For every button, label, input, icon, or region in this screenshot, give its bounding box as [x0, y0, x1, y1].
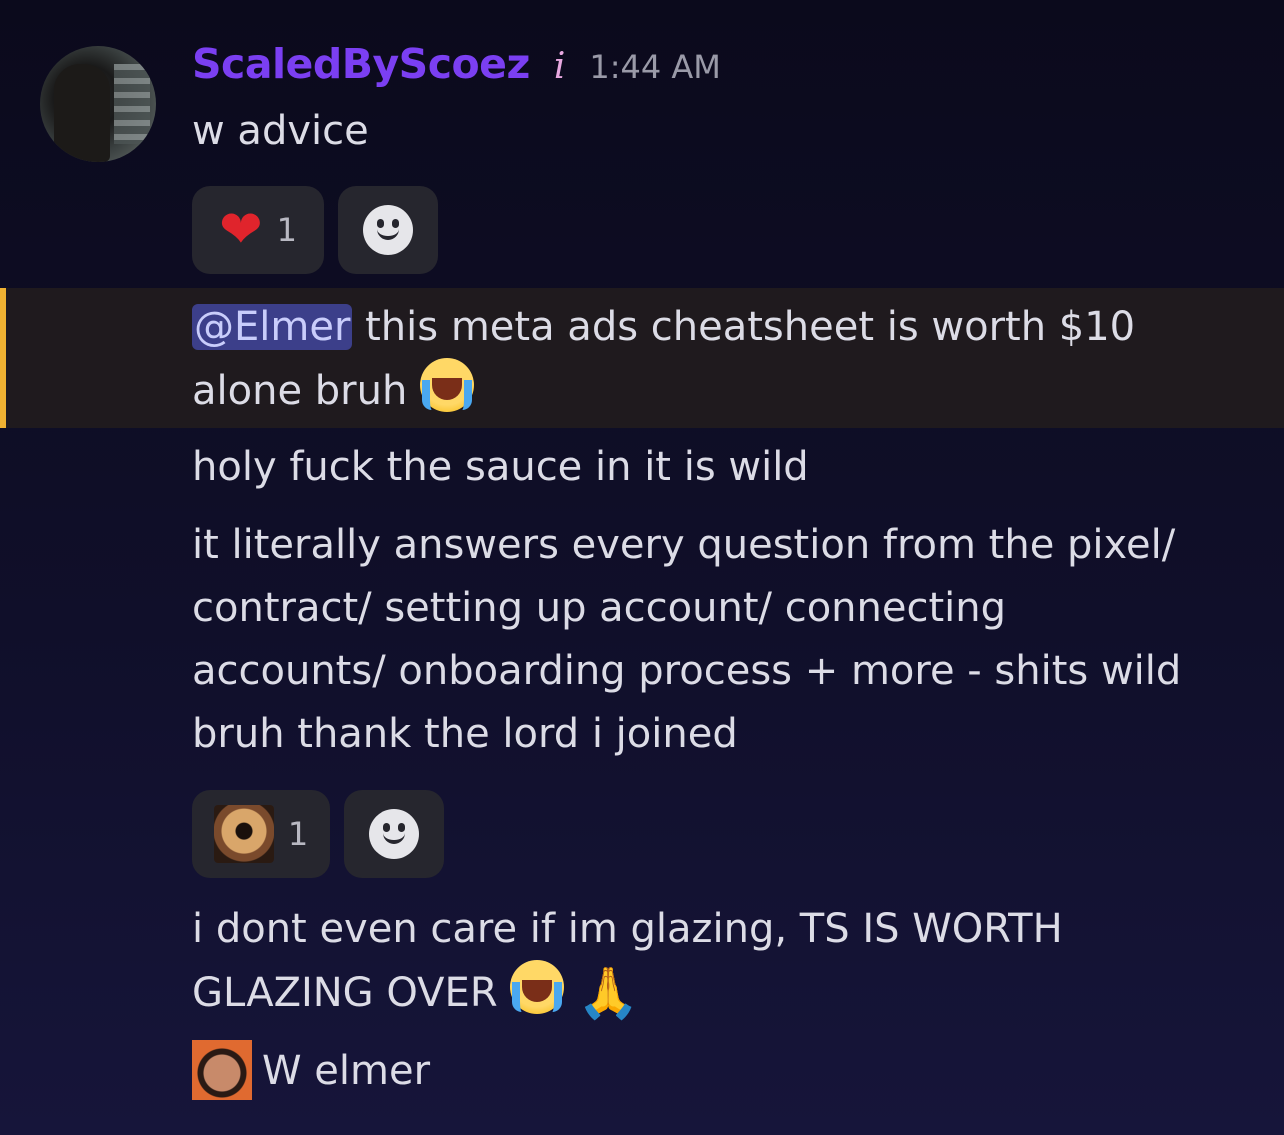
add-reaction-button[interactable]	[344, 790, 444, 878]
message-line: GLAZING OVER 🙏	[192, 960, 639, 1024]
reaction-donut[interactable]: 1	[192, 790, 330, 878]
message-line: W elmer	[262, 1048, 431, 1094]
message-line: i dont even care if im glazing, TS IS WO…	[192, 906, 1063, 952]
timestamp: 1:44 AM	[589, 48, 721, 86]
reaction-heart[interactable]: ❤ 1	[192, 186, 324, 274]
message-text: this meta ads cheatsheet is worth $10	[352, 304, 1136, 350]
message-header: ScaledByScoez i 1:44 AM	[192, 40, 721, 100]
message-line: holy fuck the sauce in it is wild	[192, 444, 809, 490]
add-reaction-icon	[363, 205, 413, 255]
message-line: bruh thank the lord i joined	[192, 711, 738, 757]
message-text: alone bruh	[192, 368, 421, 414]
message-line: w advice	[192, 108, 369, 154]
message-line-mention: @Elmer this meta ads cheatsheet is worth…	[192, 296, 1135, 358]
message-line: accounts/ onboarding process + more - sh…	[192, 648, 1182, 694]
reaction-bar: ❤ 1	[192, 186, 438, 274]
message-line: it literally answers every question from…	[192, 522, 1176, 568]
avatar-figure	[54, 64, 110, 162]
crying-emoji-icon	[420, 358, 475, 412]
reaction-bar: 1	[192, 790, 444, 878]
add-reaction-button[interactable]	[338, 186, 438, 274]
reaction-count: 1	[287, 815, 309, 853]
donut-emoji-icon	[213, 805, 274, 863]
message-text: GLAZING OVER	[192, 970, 511, 1016]
reaction-count: 1	[276, 211, 297, 249]
message-line: alone bruh	[192, 358, 475, 422]
message-line: contract/ setting up account/ connecting	[192, 585, 1007, 631]
avatar-background	[114, 64, 150, 144]
custom-emoji-avatar-icon	[192, 1040, 252, 1100]
praying-hands-emoji-icon: 🙏	[577, 964, 640, 1022]
username[interactable]: ScaledByScoez	[192, 40, 530, 88]
user-avatar[interactable]	[40, 46, 156, 162]
role-icon[interactable]: i	[554, 46, 566, 87]
crying-emoji-icon	[510, 960, 565, 1014]
mention-highlight-bar	[0, 288, 6, 428]
heart-emoji-icon: ❤	[219, 200, 263, 260]
add-reaction-icon	[369, 809, 419, 859]
mention-elmer[interactable]: @Elmer	[192, 304, 353, 350]
